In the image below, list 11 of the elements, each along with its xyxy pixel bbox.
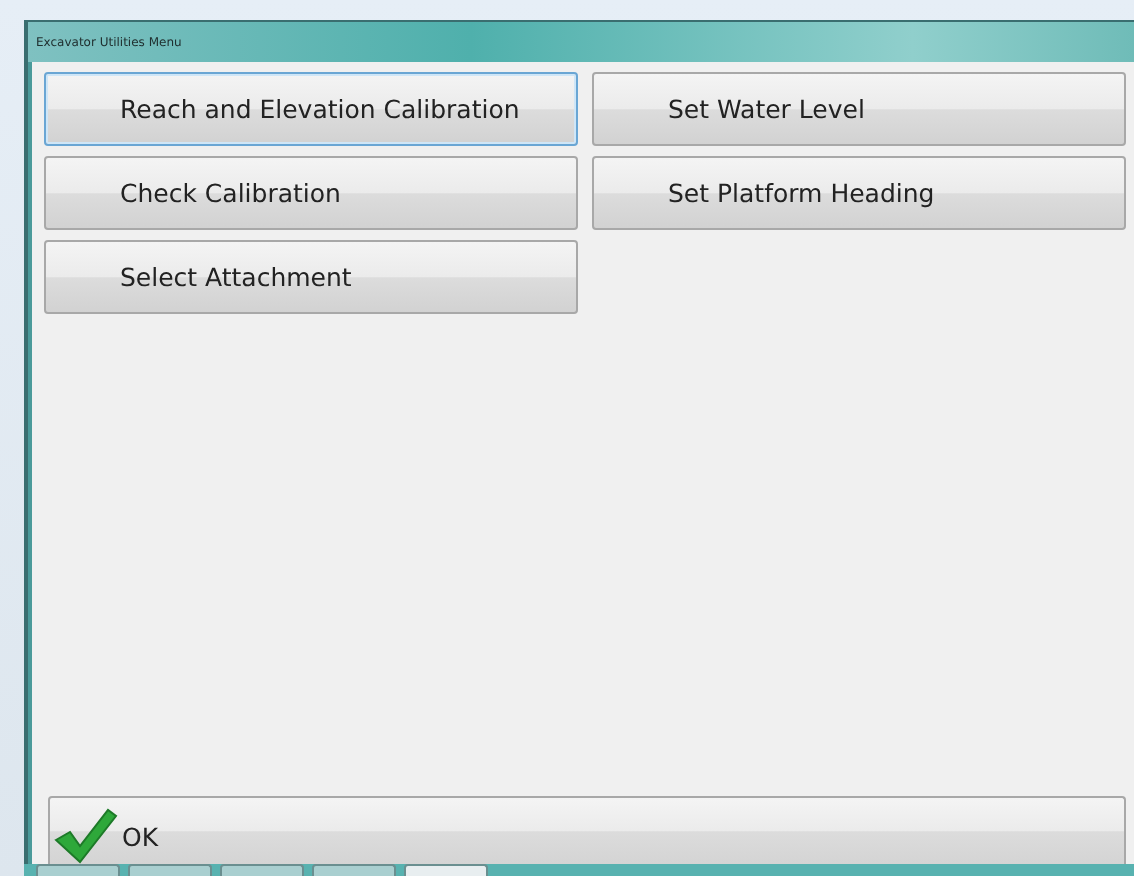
menu-button[interactable]: Check Calibration bbox=[44, 156, 578, 230]
taskbar-button[interactable] bbox=[312, 864, 396, 876]
menu-button[interactable]: Set Platform Heading bbox=[592, 156, 1126, 230]
taskbar-button[interactable] bbox=[220, 864, 304, 876]
menu-button[interactable]: Set Water Level bbox=[592, 72, 1126, 146]
taskbar-button[interactable] bbox=[404, 864, 488, 876]
taskbar-button[interactable] bbox=[36, 864, 120, 876]
ok-button[interactable]: OK bbox=[48, 796, 1126, 864]
menu-button[interactable]: Select Attachment bbox=[44, 240, 578, 314]
menu-button[interactable]: Reach and Elevation Calibration bbox=[44, 72, 578, 146]
taskbar-button[interactable] bbox=[128, 864, 212, 876]
